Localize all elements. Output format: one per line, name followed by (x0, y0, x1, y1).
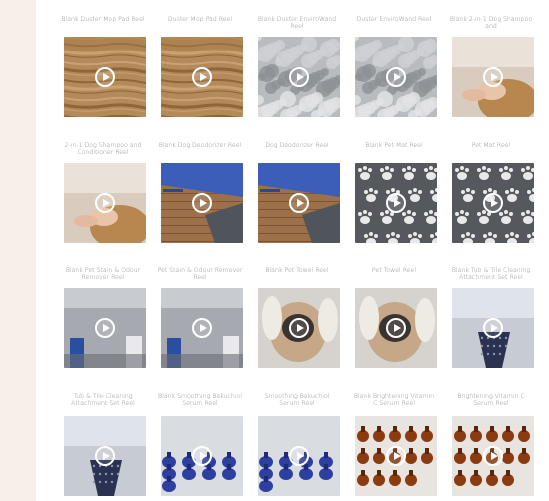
reel-thumbnail[interactable] (64, 37, 146, 117)
reel-thumbnail[interactable] (355, 163, 437, 243)
reel-thumbnail[interactable] (64, 288, 146, 368)
play-circle-icon[interactable] (95, 446, 115, 466)
play-circle-icon[interactable] (483, 446, 503, 466)
play-circle-icon[interactable] (289, 318, 309, 338)
reel-title: Tub & Tile Cleaning Attachment Set Reel (71, 393, 135, 408)
reel-thumbnail[interactable] (258, 288, 340, 368)
play-circle-icon[interactable] (386, 67, 406, 87)
play-circle-icon[interactable] (289, 446, 309, 466)
reel-thumbnail[interactable] (161, 416, 243, 496)
play-circle-icon[interactable] (289, 193, 309, 213)
reel-title: Blank Tub & Tile Cleaning Attachment Set… (451, 267, 531, 282)
reel-title: Brightening Vitamin C Serum Reel (457, 393, 525, 408)
play-circle-icon[interactable] (192, 193, 212, 213)
reel-title: Blank 2-in-1 Dog Shampoo and (449, 16, 533, 31)
play-circle-icon[interactable] (289, 67, 309, 87)
play-circle-icon[interactable] (192, 318, 212, 338)
play-circle-icon[interactable] (192, 67, 212, 87)
reel-thumbnail[interactable] (258, 416, 340, 496)
play-circle-icon[interactable] (95, 67, 115, 87)
play-circle-icon[interactable] (483, 318, 503, 338)
reel-title: Blank Pet Towel Reel (265, 267, 329, 274)
reel-title: Dog Deodorizer Reel (265, 142, 329, 149)
reel-thumbnail[interactable] (258, 163, 340, 243)
play-circle-icon[interactable] (386, 318, 406, 338)
reel-gallery: Blank Duster Mop Pad Reel Duster Mop Pad … (36, 0, 549, 501)
left-margin (0, 0, 36, 501)
reel-thumbnail[interactable] (64, 163, 146, 243)
reel-title: 2-in-1 Dog Shampoo and Conditioner Reel (64, 142, 142, 157)
reel-title: Blank Smoothing Bakuchiol Serum Reel (158, 393, 242, 408)
reel-title: Blank Dog Deodorizer Reel (158, 142, 242, 149)
reel-thumbnail[interactable] (452, 288, 534, 368)
play-circle-icon[interactable] (386, 446, 406, 466)
reel-thumbnail[interactable] (258, 37, 340, 117)
play-circle-icon[interactable] (95, 318, 115, 338)
play-circle-icon[interactable] (95, 193, 115, 213)
reel-title: Blank Duster EnviroWand Reel (257, 16, 337, 31)
reel-title: Pet Towel Reel (371, 267, 417, 274)
play-circle-icon[interactable] (192, 446, 212, 466)
reel-title: Duster EnviroWand Reel (356, 16, 432, 23)
reel-thumbnail[interactable] (452, 37, 534, 117)
reel-thumbnail[interactable] (64, 416, 146, 496)
reel-thumbnail[interactable] (452, 416, 534, 496)
reel-thumbnail[interactable] (161, 163, 243, 243)
reel-title: Pet Mat Reel (471, 142, 511, 149)
reel-thumbnail[interactable] (161, 288, 243, 368)
reel-title: Blank Pet Mat Reel (365, 142, 423, 149)
reel-thumbnail[interactable] (355, 416, 437, 496)
reel-thumbnail[interactable] (161, 37, 243, 117)
reel-title: Duster Mop Pad Reel (167, 16, 233, 23)
play-circle-icon[interactable] (483, 67, 503, 87)
reel-title: Pet Stain & Odour Remover Reel (157, 267, 243, 282)
reel-title: Blank Pet Stain & Odour Remover Reel (65, 267, 141, 282)
reel-title: Blank Duster Mop Pad Reel (61, 16, 145, 23)
play-circle-icon[interactable] (483, 193, 503, 213)
play-circle-icon[interactable] (386, 193, 406, 213)
reel-thumbnail[interactable] (355, 288, 437, 368)
reel-title: Smoothing Bakuchiol Serum Reel (264, 393, 330, 408)
page: Blank Duster Mop Pad Reel Duster Mop Pad … (0, 0, 549, 501)
reel-thumbnail[interactable] (355, 37, 437, 117)
reel-title: Blank Brightening Vitamin C Serum Reel (353, 393, 435, 408)
reel-thumbnail[interactable] (452, 163, 534, 243)
